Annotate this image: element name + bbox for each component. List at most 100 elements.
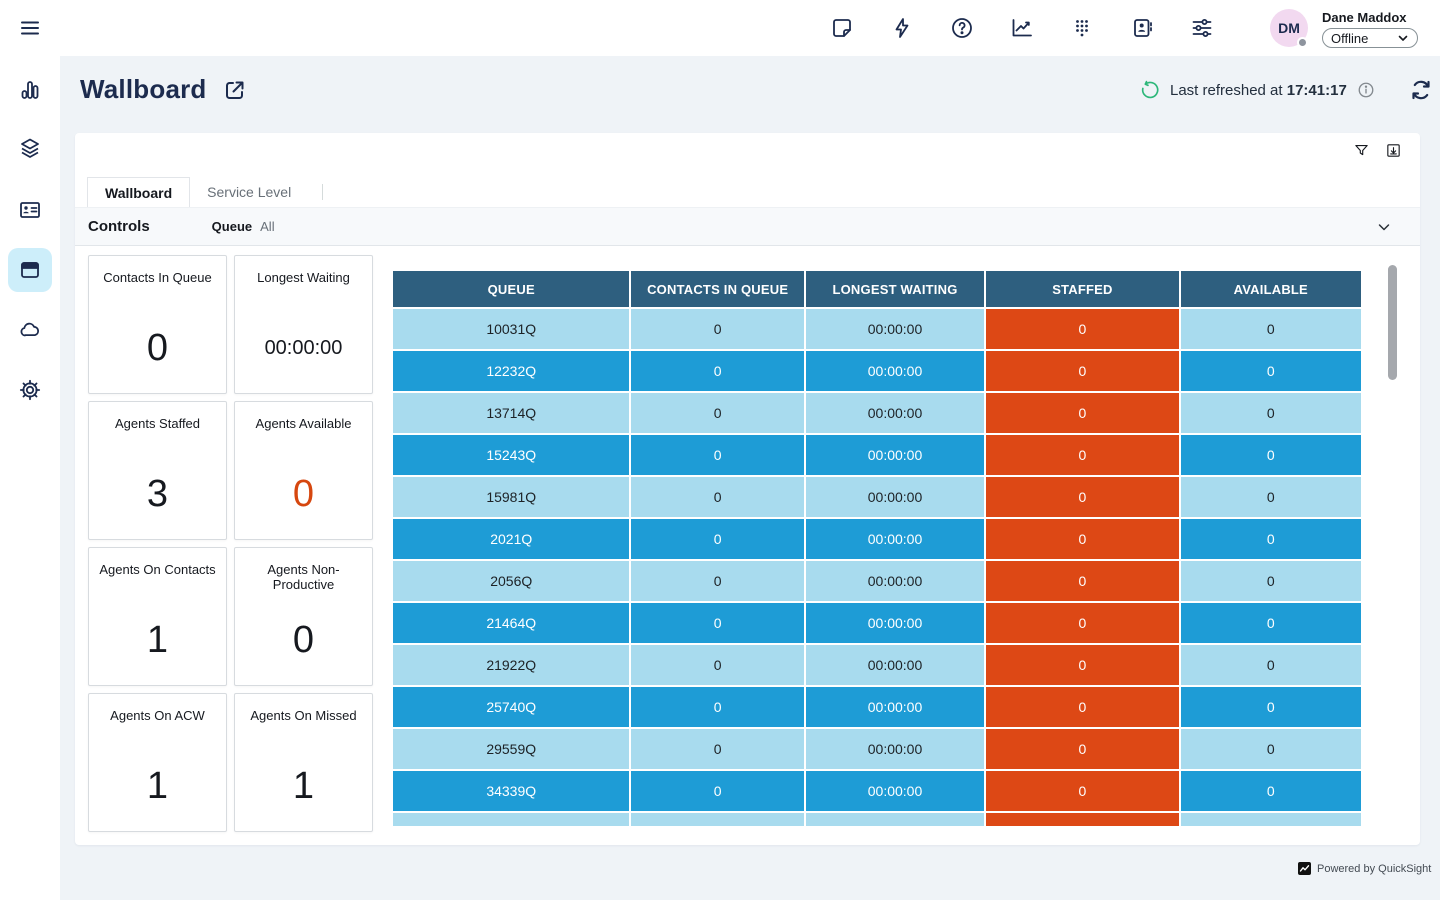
sidebar-item-wallboard[interactable] bbox=[18, 258, 42, 282]
kpi-card: Agents On Contacts 1 bbox=[88, 547, 227, 686]
filter-icon[interactable] bbox=[1352, 141, 1370, 159]
table-cell: 00:00:00 bbox=[806, 519, 984, 559]
table-row: 2021Q000:00:0000 bbox=[393, 519, 1361, 559]
metrics-bar-chart-icon bbox=[18, 78, 42, 102]
sidebar-item-settings[interactable] bbox=[18, 378, 42, 402]
kpi-card-value: 3 bbox=[89, 450, 226, 539]
kpi-card: Agents Staffed 3 bbox=[88, 401, 227, 540]
table-header-cell: QUEUE bbox=[393, 271, 629, 307]
table-cell: 15243Q bbox=[393, 435, 629, 475]
table-cell: 0 bbox=[1181, 309, 1361, 349]
browser-window-icon bbox=[18, 258, 42, 282]
table-cell: 0 bbox=[631, 393, 803, 433]
agent-status-select[interactable]: Offline bbox=[1322, 28, 1418, 48]
table-cell: 0 bbox=[1181, 687, 1361, 727]
table-cell: 00:00:00 bbox=[806, 603, 984, 643]
quicksight-logo-icon bbox=[1298, 862, 1311, 875]
kpi-card-value: 0 bbox=[89, 304, 226, 393]
help-icon[interactable] bbox=[950, 16, 974, 40]
sidebar-item-layers[interactable] bbox=[18, 136, 42, 160]
tab-wallboard[interactable]: Wallboard bbox=[87, 177, 190, 207]
table-row bbox=[393, 813, 1361, 826]
chevron-down-icon bbox=[1397, 32, 1409, 44]
topbar: DM Dane Maddox Offline bbox=[0, 0, 1440, 56]
powered-by-text: Powered by QuickSight bbox=[1317, 863, 1431, 875]
kpi-card-value: 1 bbox=[235, 742, 372, 831]
table-row: 12232Q000:00:0000 bbox=[393, 351, 1361, 391]
table-cell bbox=[393, 813, 629, 826]
table-cell: 0 bbox=[1181, 519, 1361, 559]
table-cell: 0 bbox=[1181, 645, 1361, 685]
table-row: 29559Q000:00:0000 bbox=[393, 729, 1361, 769]
cloud-icon bbox=[18, 318, 42, 342]
kpi-card: Agents Available0 bbox=[234, 401, 373, 540]
controls-title: Controls bbox=[88, 218, 150, 235]
sidebar-item-cloud[interactable] bbox=[18, 318, 42, 342]
table-cell: 0 bbox=[986, 519, 1178, 559]
table-cell: 0 bbox=[1181, 351, 1361, 391]
quicksight-badge: Powered by QuickSight bbox=[1298, 862, 1431, 875]
table-cell: 0 bbox=[1181, 603, 1361, 643]
table-cell: 0 bbox=[631, 351, 803, 391]
refresh-icon[interactable] bbox=[1409, 78, 1433, 102]
sidebar bbox=[0, 0, 60, 900]
dialpad-icon[interactable] bbox=[1070, 16, 1094, 40]
table-row: 13714Q000:00:0000 bbox=[393, 393, 1361, 433]
table-cell: 0 bbox=[986, 645, 1178, 685]
table-header-cell: STAFFED bbox=[986, 271, 1178, 307]
last-refreshed-time: 17:41:17 bbox=[1287, 82, 1347, 99]
table-cell: 29559Q bbox=[393, 729, 629, 769]
kpi-card: Agents Non-Productive0 bbox=[234, 547, 373, 686]
gear-icon bbox=[18, 378, 42, 402]
table-cell: 0 bbox=[631, 309, 803, 349]
download-icon[interactable] bbox=[1384, 141, 1402, 159]
table-cell: 15981Q bbox=[393, 477, 629, 517]
controls-collapse-chevron-icon[interactable] bbox=[1376, 219, 1392, 235]
page-header: Wallboard bbox=[80, 74, 247, 105]
table-cell: 0 bbox=[1181, 729, 1361, 769]
table-row: 34339Q000:00:0000 bbox=[393, 771, 1361, 811]
table-cell: 0 bbox=[1181, 477, 1361, 517]
presence-dot bbox=[1297, 37, 1308, 48]
table-scrollbar[interactable] bbox=[1388, 265, 1397, 380]
table-header-cell: CONTACTS IN QUEUE bbox=[631, 271, 803, 307]
table-cell: 0 bbox=[1181, 561, 1361, 601]
table-cell: 00:00:00 bbox=[806, 477, 984, 517]
sidebar-item-contact-card[interactable] bbox=[18, 198, 42, 222]
kpi-card-value: 0 bbox=[235, 596, 372, 685]
kpi-card-label: Agents Staffed bbox=[89, 416, 226, 431]
contacts-icon[interactable] bbox=[1130, 16, 1154, 40]
kpi-card-value: 00:00:00 bbox=[235, 304, 372, 393]
sidebar-item-metrics[interactable] bbox=[18, 78, 42, 102]
table-cell: 00:00:00 bbox=[806, 729, 984, 769]
line-chart-icon[interactable] bbox=[1010, 16, 1034, 40]
table-cell: 0 bbox=[986, 771, 1178, 811]
table-row: 25740Q000:00:0000 bbox=[393, 687, 1361, 727]
sliders-icon[interactable] bbox=[1190, 16, 1214, 40]
table-cell: 0 bbox=[631, 603, 803, 643]
table-cell: 0 bbox=[986, 477, 1178, 517]
info-icon[interactable] bbox=[1357, 81, 1375, 99]
queue-filter[interactable]: Queue All bbox=[212, 219, 275, 234]
kpi-card-value: 1 bbox=[89, 596, 226, 685]
kpi-card-label: Agents On Missed bbox=[235, 708, 372, 723]
table-row: 15981Q000:00:0000 bbox=[393, 477, 1361, 517]
kpi-card-label: Longest Waiting bbox=[235, 270, 372, 285]
table-cell: 0 bbox=[631, 771, 803, 811]
table-cell bbox=[1181, 813, 1361, 826]
lightning-icon[interactable] bbox=[890, 16, 914, 40]
table-cell: 25740Q bbox=[393, 687, 629, 727]
last-refreshed-label: Last refreshed at bbox=[1170, 82, 1283, 99]
table-cell: 00:00:00 bbox=[806, 561, 984, 601]
menu-icon[interactable] bbox=[18, 16, 42, 40]
note-icon[interactable] bbox=[830, 16, 854, 40]
open-in-new-icon[interactable] bbox=[223, 78, 247, 102]
kpi-card: Longest Waiting 00:00:00 bbox=[234, 255, 373, 394]
table-cell: 0 bbox=[631, 477, 803, 517]
kpi-card-label: Contacts In Queue bbox=[89, 270, 226, 285]
table-cell: 0 bbox=[1181, 393, 1361, 433]
kpi-card-label: Agents On Contacts bbox=[89, 562, 226, 577]
tab-service-level[interactable]: Service Level bbox=[190, 177, 308, 207]
queue-table-wrap: QUEUECONTACTS IN QUEUELONGEST WAITINGSTA… bbox=[391, 269, 1367, 826]
tab-bar: Wallboard Service Level bbox=[87, 177, 323, 207]
